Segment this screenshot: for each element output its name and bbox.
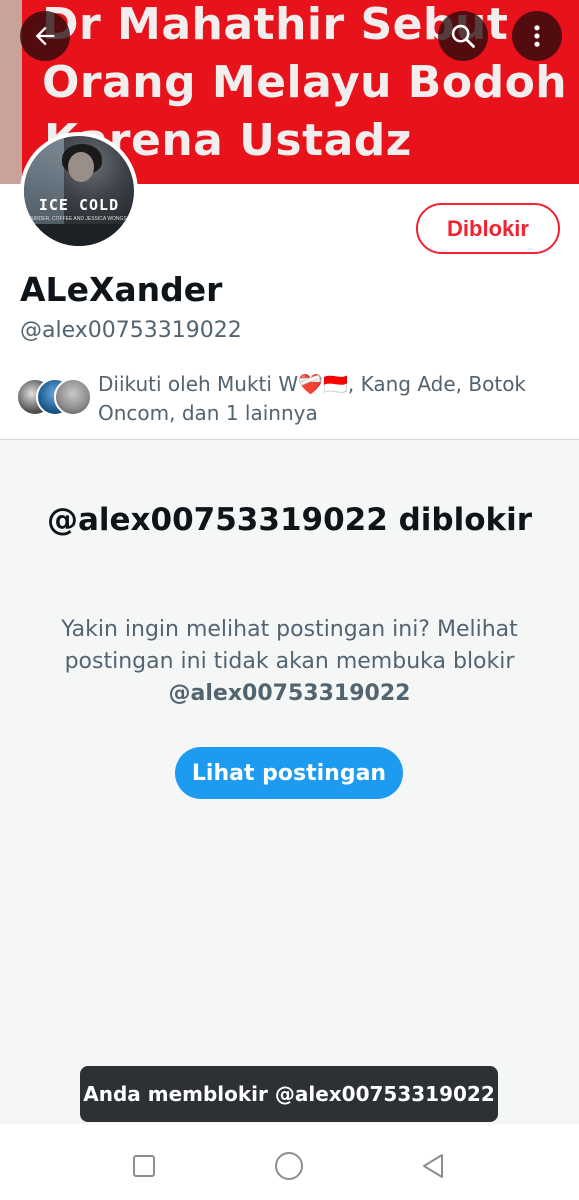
circle-icon [275,1152,303,1180]
profile-avatar[interactable]: ICE COLD MURDER, COFFEE AND JESSICA WONG… [20,132,138,250]
followed-by[interactable]: Diikuti oleh Mukti W❤️‍🩹🇮🇩, Kang Ade, Bo… [16,370,556,430]
system-back-button[interactable] [413,1146,453,1186]
avatar-poster-subtitle: MURDER, COFFEE AND JESSICA WONGSO [27,216,131,222]
avatar-image: ICE COLD MURDER, COFFEE AND JESSICA WONG… [24,136,134,246]
view-posts-button[interactable]: Lihat postingan [175,747,403,799]
banner-edge [0,0,22,184]
avatar-poster-title: ICE COLD [38,196,120,214]
banner-line: Orang Melayu Bodoh [42,57,568,108]
username-handle: @alex00753319022 [20,318,242,343]
blocked-title: @alex00753319022 diblokir [46,502,533,538]
more-vertical-icon [534,25,540,47]
back-button[interactable] [20,11,70,61]
avatar-figure-face [68,152,94,182]
arrow-left-icon [35,26,55,46]
search-icon [451,24,475,48]
blocked-description-handle: @alex00753319022 [168,681,411,706]
avatar-bottom-strip [24,224,134,246]
blocked-description-text: Yakin ingin melihat postingan ini? Melih… [61,617,518,674]
followed-by-text: Diikuti oleh Mukti W❤️‍🩹🇮🇩, Kang Ade, Bo… [98,372,527,425]
triangle-back-icon [423,1154,443,1178]
recent-apps-button[interactable] [124,1146,164,1186]
toast-message: Anda memblokir @alex00753319022 [80,1066,498,1122]
search-button[interactable] [438,11,488,61]
system-navigation-bar [0,1124,579,1200]
home-button[interactable] [269,1146,309,1186]
blocked-button[interactable]: Diblokir [416,203,560,254]
square-icon [133,1155,155,1177]
display-name: ALeXander [20,270,223,309]
blocked-description: Yakin ingin melihat postingan ini? Melih… [40,614,539,710]
more-options-button[interactable] [512,11,562,61]
follower-avatar [54,378,92,416]
